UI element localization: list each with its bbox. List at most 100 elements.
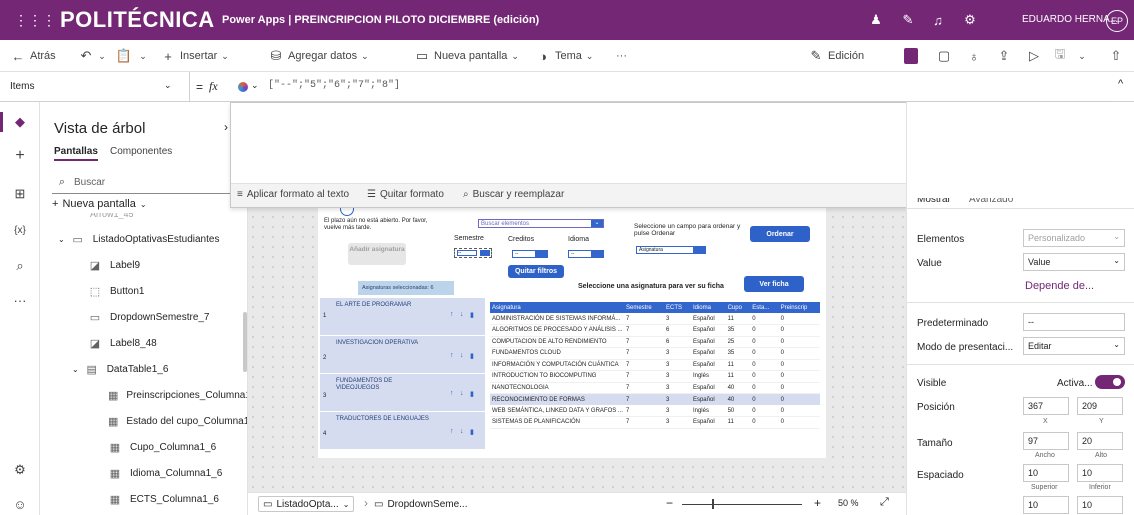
formula-input[interactable]: ["--";"5";"6";"7";"8"] [268, 80, 400, 91]
table-row[interactable]: WEB SEMÁNTICA, LINKED DATA Y GRAFOS ... 7… [490, 405, 820, 417]
column-header[interactable]: Asignatura [490, 302, 624, 313]
variables-icon[interactable]: {x} [12, 222, 28, 238]
back-button[interactable]: ← Atrás [10, 48, 56, 64]
creditos-dropdown[interactable]: -- [512, 250, 548, 258]
add-data-button[interactable]: ⛁ Agregar datos ⌄ [268, 48, 369, 64]
chevron-down-icon[interactable]: ⌄ [72, 365, 79, 374]
padding-bottom-input[interactable]: 10 [1077, 464, 1123, 482]
arrow-up-icon[interactable]: ↑ [450, 428, 454, 435]
more-button[interactable]: ··· [616, 50, 627, 62]
arrow-up-icon[interactable]: ↑ [450, 311, 454, 318]
trash-icon[interactable]: ▮ [470, 352, 474, 360]
publish-icon[interactable]: ⇧ [1108, 48, 1124, 64]
tab-screens[interactable]: Pantallas [54, 146, 98, 161]
tree-item-column[interactable]: ▦ Idioma_Columna1_6 [40, 462, 247, 484]
format-text-button[interactable]: ≡ Aplicar formato al texto [237, 189, 349, 200]
gallery-item[interactable]: 2 INVESTIGACION OPERATIVA ↑ ↓ ▮ [320, 336, 485, 374]
zoom-out-icon[interactable]: − [666, 496, 673, 510]
copilot-formula-icon[interactable] [238, 82, 248, 92]
tree-item-partial[interactable]: Arrow1_45 [90, 213, 134, 219]
position-x-input[interactable]: 367 [1023, 397, 1069, 415]
find-replace-button[interactable]: ⌕ Buscar y reemplazar [463, 189, 564, 200]
copilot-icon[interactable]: ✎ [900, 12, 916, 28]
tab-components[interactable]: Componentes [110, 146, 172, 157]
play-icon[interactable]: ▷ [1026, 48, 1042, 64]
view-sheet-button[interactable]: Ver ficha [744, 276, 804, 292]
screen-breadcrumb[interactable]: ▭ ListadoOpta... ⌄ [258, 496, 355, 512]
elements-dropdown[interactable]: Personalizado ⌄ [1023, 229, 1125, 247]
gear-icon[interactable]: ⚙ [962, 12, 978, 28]
close-panel-icon[interactable]: › [224, 120, 228, 134]
tree-item-screen[interactable]: ⌄ ▭ ListadoOptativasEstudiantes [40, 228, 247, 250]
default-input[interactable]: -- [1023, 313, 1125, 331]
table-row[interactable]: INFORMACIÓN Y COMPUTACIÓN CUÁNTICA 7 3 Espa… [490, 359, 820, 371]
mode-dropdown[interactable]: Editar ⌄ [1023, 337, 1125, 355]
virtual-agent-icon[interactable]: ☺ [12, 496, 28, 512]
arrow-up-icon[interactable]: ↑ [450, 352, 454, 359]
zoom-thumb[interactable] [712, 499, 714, 509]
new-screen-button[interactable]: + Nueva pantalla ⌄ [52, 198, 147, 210]
arrow-down-icon[interactable]: ↓ [460, 428, 464, 435]
width-input[interactable]: 97 [1023, 432, 1069, 450]
chevron-down-icon[interactable]: ⌄ [94, 48, 110, 64]
gallery-item[interactable]: 3 FUNDAMENTOS DE VIDEOJUEGOS ↑ ↓ ▮ [320, 374, 485, 412]
save-icon[interactable]: 🖫 [1052, 46, 1068, 64]
arrow-down-icon[interactable]: ↓ [460, 311, 464, 318]
table-row[interactable]: INTRODUCTION TO BIOCOMPUTING 7 3 Inglés 11 0 0 [490, 371, 820, 382]
zoom-slider[interactable] [682, 499, 802, 509]
tree-item-column[interactable]: ▦ Cupo_Columna1_6 [40, 436, 247, 458]
table-row[interactable]: RECONOCIMIENTO DE FORMAS 7 3 Español 40 0 0 [490, 393, 820, 405]
clear-filters-button[interactable]: Quitar filtros [508, 265, 564, 278]
padding-top-input[interactable]: 10 [1023, 464, 1069, 482]
edit-mode-button[interactable]: ✎ Edición [808, 48, 865, 64]
trash-icon[interactable]: ▮ [470, 428, 474, 436]
theme-button[interactable]: ◑ Tema ⌄ [535, 48, 593, 64]
position-y-input[interactable]: 209 [1077, 397, 1123, 415]
fit-screen-icon[interactable]: ⤢ [880, 496, 889, 509]
share-icon[interactable]: ⇪ [996, 48, 1012, 64]
tab-show[interactable]: Mostrar [917, 198, 951, 207]
sort-dropdown[interactable]: Asignatura [636, 246, 706, 254]
insert-button[interactable]: + Insertar ⌄ [160, 48, 229, 64]
zoom-in-icon[interactable]: + [814, 496, 821, 510]
padding-right-input[interactable]: 10 [1077, 496, 1123, 514]
paste-icon[interactable]: 📋 [116, 48, 132, 64]
subjects-table[interactable]: Asignatura Semestre ECTS Idioma Cupo Est… [490, 302, 820, 447]
tree-item-button1[interactable]: ⬚ Button1 [40, 280, 247, 302]
tree-item-column[interactable]: ▦ ECTS_Columna1_6 [40, 488, 247, 510]
tree-item-label9[interactable]: ◪ Label9 [40, 254, 247, 276]
chevron-down-icon[interactable]: ⌄ [58, 235, 65, 244]
avatar[interactable]: EP [1106, 10, 1128, 32]
chevron-down-icon[interactable]: ⌄ [251, 80, 259, 91]
arrow-down-icon[interactable]: ↓ [460, 352, 464, 359]
app-launcher-icon[interactable]: ⋮⋮⋮ [14, 12, 56, 29]
bell-icon[interactable]: ♫ [930, 12, 946, 28]
search-box[interactable]: Buscar elementos ⌄ [478, 219, 604, 228]
search-input[interactable]: ⌕ Buscar [52, 172, 242, 194]
height-input[interactable]: 20 [1077, 432, 1123, 450]
data-icon[interactable]: ⊞ [12, 186, 28, 202]
environment-icon[interactable]: ♟ [868, 12, 884, 28]
arrow-up-icon[interactable]: ↑ [450, 390, 454, 397]
layers-icon[interactable]: ◆ [12, 114, 28, 130]
table-row[interactable]: FUNDAMENTOS CLOUD 7 3 Español 35 0 0 [490, 348, 820, 359]
column-header[interactable]: Preinscrip [778, 302, 820, 313]
gallery-item[interactable]: 1 EL ARTE DE PROGRAMAR ↑ ↓ ▮ [320, 298, 485, 336]
settings-icon[interactable]: ⚙ [12, 462, 28, 478]
gallery-item[interactable]: 4 TRADUCTORES DE LENGUAJES ↑ ↓ ▮ [320, 412, 485, 450]
padding-left-input[interactable]: 10 [1023, 496, 1069, 514]
control-breadcrumb[interactable]: ▭ DropdownSeme... [374, 496, 468, 512]
trash-icon[interactable]: ▮ [470, 311, 474, 319]
depends-link[interactable]: Depende de... [1025, 280, 1094, 292]
plus-icon[interactable]: + [12, 147, 28, 164]
idioma-dropdown[interactable]: -- [568, 250, 604, 258]
table-row[interactable]: COMPUTACION DE ALTO RENDIMIENTO 7 6 Español… [490, 336, 820, 348]
user-name[interactable]: EDUARDO HERNA... [1022, 14, 1118, 25]
remove-format-button[interactable]: ☰ Quitar formato [367, 189, 444, 200]
semestre-dropdown-selected[interactable]: -- [454, 248, 492, 258]
add-subject-button[interactable]: Añadir asignatura [348, 243, 406, 265]
tree-item-label8[interactable]: ◪ Label8_48 [40, 332, 247, 354]
table-row[interactable]: SISTEMAS DE PLANIFICACIÓN 7 3 Español 11 0 0 [490, 417, 820, 428]
chevron-down-icon[interactable]: ⌄ [135, 48, 151, 64]
selected-gallery[interactable]: 1 EL ARTE DE PROGRAMAR ↑ ↓ ▮ 2 INVESTIGA… [318, 298, 488, 453]
